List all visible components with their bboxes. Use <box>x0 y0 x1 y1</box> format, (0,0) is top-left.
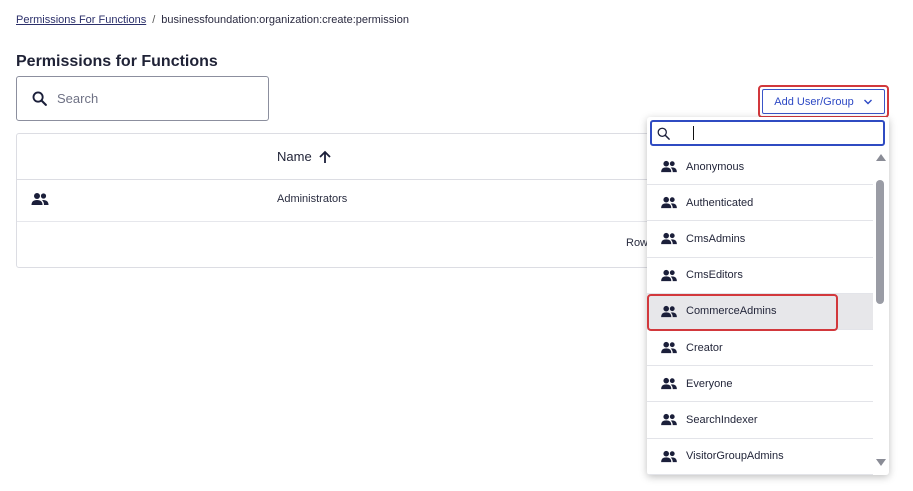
group-icon <box>661 161 677 173</box>
group-icon <box>661 414 677 426</box>
breadcrumb-current: businessfoundation:organization:create:p… <box>161 14 409 26</box>
group-icon <box>31 193 49 205</box>
dropdown-search-input[interactable] <box>650 120 885 146</box>
add-user-group-label: Add User/Group <box>774 95 854 108</box>
column-header-name[interactable]: Name <box>277 149 332 164</box>
dropdown-option[interactable]: Anonymous <box>647 149 873 186</box>
dropdown-option-label: VisitorGroupAdmins <box>686 450 784 463</box>
dropdown-list: Anonymous Authenticated CmsAdmins CmsEditor… <box>647 149 873 475</box>
add-user-group-highlight: Add User/Group <box>758 85 889 118</box>
dropdown-option[interactable]: Everyone <box>647 366 873 403</box>
dropdown-option[interactable]: Creator <box>647 330 873 367</box>
chevron-down-icon <box>863 99 872 104</box>
dropdown-option-label: CommerceAdmins <box>686 305 777 318</box>
group-icon <box>661 450 677 462</box>
permissions-grid: Name Administrators Row <box>16 133 716 268</box>
search-icon <box>32 91 47 106</box>
breadcrumb-link-permissions[interactable]: Permissions For Functions <box>16 14 146 26</box>
breadcrumb-separator: / <box>152 14 156 26</box>
dropdown-option-label: SearchIndexer <box>686 413 758 426</box>
search-input[interactable]: Search <box>16 76 269 121</box>
dropdown-option-label: CmsEditors <box>686 269 743 282</box>
dropdown-option[interactable]: VisitorGroupAdmins <box>647 439 873 475</box>
scrollbar-thumb[interactable] <box>876 180 884 304</box>
dropdown-option[interactable]: Authenticated <box>647 185 873 222</box>
breadcrumb: Permissions For Functions / businessfounda… <box>16 14 409 26</box>
dropdown-option[interactable]: CmsAdmins <box>647 221 873 258</box>
user-group-dropdown: Anonymous Authenticated CmsAdmins CmsEditor… <box>647 117 889 475</box>
rows-per-page-label: Row <box>626 237 649 249</box>
dropdown-scrollbar[interactable] <box>873 149 889 475</box>
group-icon <box>661 197 677 209</box>
dropdown-option[interactable]: CommerceAdmins <box>647 293 873 331</box>
page-title: Permissions for Functions <box>16 53 218 70</box>
group-icon <box>661 378 677 390</box>
add-user-group-button[interactable]: Add User/Group <box>762 89 885 114</box>
dropdown-option-label: Everyone <box>686 377 733 390</box>
sort-ascending-icon[interactable] <box>318 150 332 164</box>
scroll-up-arrow-icon[interactable] <box>876 154 886 161</box>
dropdown-option[interactable]: CmsEditors <box>647 258 873 294</box>
dropdown-option-label: Authenticated <box>686 196 754 209</box>
text-caret <box>693 126 694 140</box>
search-icon <box>657 127 670 140</box>
table-row[interactable]: Administrators <box>17 180 715 222</box>
search-placeholder: Search <box>57 91 99 106</box>
group-icon <box>661 233 677 245</box>
row-name: Administrators <box>277 193 348 205</box>
dropdown-option-label: Creator <box>686 341 723 354</box>
group-icon <box>661 305 677 317</box>
scroll-down-arrow-icon[interactable] <box>876 459 886 466</box>
dropdown-option-label: CmsAdmins <box>686 232 746 245</box>
dropdown-option-label: Anonymous <box>686 160 745 173</box>
grid-header: Name <box>17 134 715 180</box>
column-header-name-label: Name <box>277 149 312 164</box>
dropdown-option[interactable]: SearchIndexer <box>647 402 873 439</box>
group-icon <box>661 269 677 281</box>
group-icon <box>661 341 677 354</box>
